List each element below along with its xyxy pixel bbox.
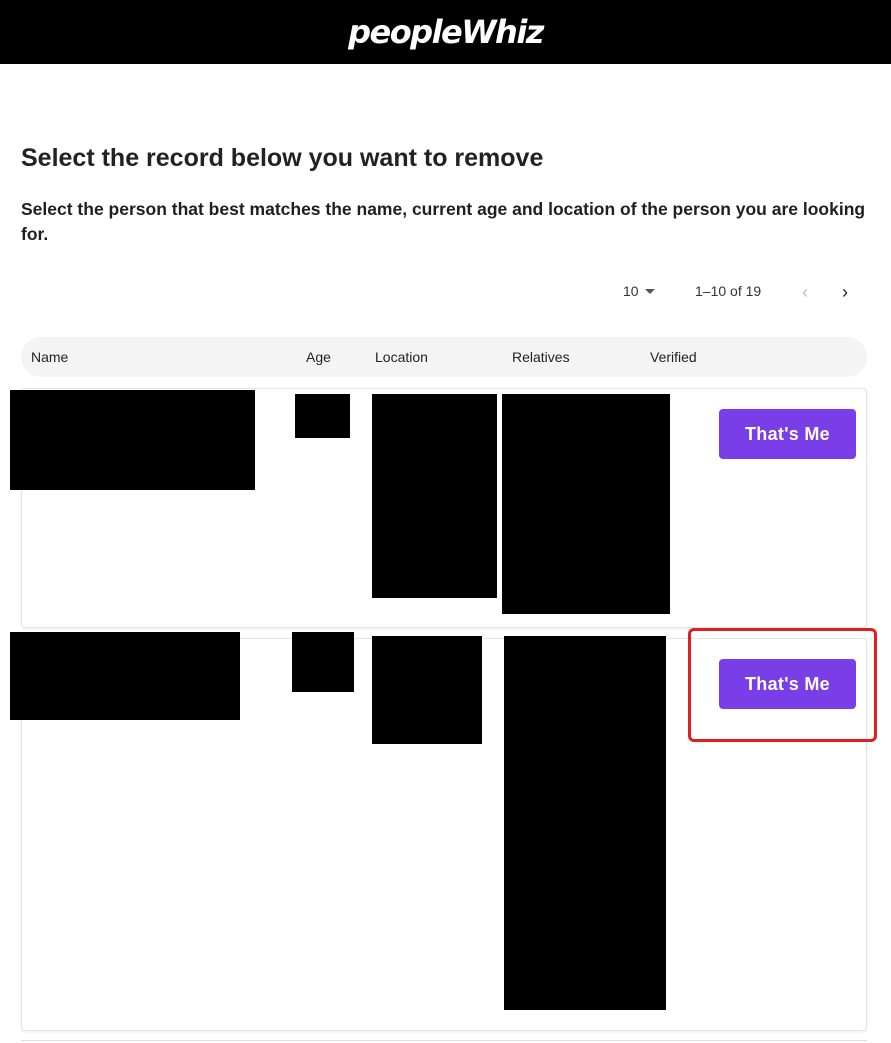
redacted-relatives — [502, 394, 670, 614]
pagination: 10 1–10 of 19 ‹ › — [0, 280, 891, 304]
redacted-name — [10, 632, 240, 720]
redacted-name — [10, 390, 255, 490]
column-header-name: Name — [31, 349, 69, 365]
caret-down-icon[interactable] — [645, 289, 655, 294]
page-subtitle: Select the person that best matches the … — [21, 199, 866, 244]
column-header-location: Location — [375, 349, 428, 365]
chevron-right-icon[interactable]: › — [836, 282, 854, 302]
thats-me-button[interactable]: That's Me — [719, 409, 856, 459]
highlight-box — [688, 628, 877, 742]
redacted-location — [372, 636, 482, 744]
redacted-age — [295, 394, 350, 438]
redacted-location — [372, 394, 497, 598]
pagination-range: 1–10 of 19 — [695, 283, 762, 299]
table-header: Name Age Location Relatives Verified — [21, 337, 867, 377]
rows-per-page-select[interactable]: 10 — [623, 283, 639, 299]
peoplewhiz-logo[interactable]: peopleWhiz — [0, 0, 891, 64]
redacted-relatives — [504, 636, 666, 1010]
column-header-verified: Verified — [650, 349, 697, 365]
divider — [21, 1040, 867, 1041]
chevron-left-icon[interactable]: ‹ — [796, 282, 814, 302]
column-header-age: Age — [306, 349, 331, 365]
top-bar: peopleWhiz — [0, 0, 891, 64]
page-title: Select the record below you want to remo… — [21, 144, 544, 172]
column-header-relatives: Relatives — [512, 349, 570, 365]
redacted-age — [292, 632, 354, 692]
